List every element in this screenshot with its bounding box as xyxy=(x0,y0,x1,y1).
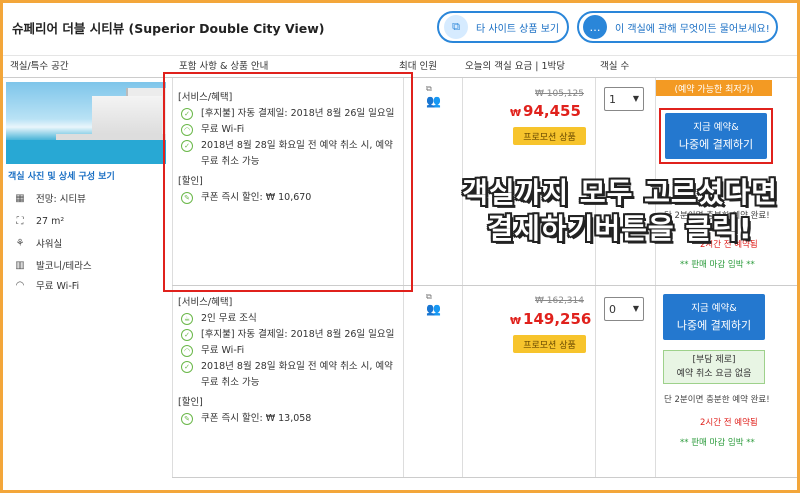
offer-2-old-price: ₩ 162,314 xyxy=(535,296,584,306)
lowest-price-label: (예약 가능한 최저가) xyxy=(656,80,772,96)
view-icon: ▦ xyxy=(15,192,25,204)
offer-1-closing-soon: ** 판매 마감 임박 ** xyxy=(680,260,755,270)
offer-2-no-cancel-fee: [부담 제로] 예약 취소 요금 없음 xyxy=(663,350,765,384)
wifi-icon: ◠ xyxy=(181,345,193,357)
overlay-line-2: 결제하기버튼을 클릭! xyxy=(487,212,753,245)
instruction-overlay: 객실까지 모두 고르셨다면 결제하기버튼을 클릭! xyxy=(440,175,800,247)
service-item: ✓ 2018년 8월 28일 화요일 전 예약 취소 시, 예약 무료 취소 가능 xyxy=(178,359,400,391)
book-highlight-box xyxy=(659,108,773,164)
other-sites-label: 타 사이트 상품 보기 xyxy=(476,23,560,35)
cancel-free-icon: ✓ xyxy=(181,361,193,373)
offer-2-max-people: ⧉ 👥 xyxy=(426,292,441,316)
room-photo[interactable] xyxy=(6,82,166,164)
wifi-icon: ◠ xyxy=(15,279,25,291)
compare-icon: ⧉ xyxy=(444,15,468,39)
people-icon: 👥 xyxy=(426,302,441,316)
offer-1-promo-badge: 프로모션 상품 xyxy=(513,127,586,145)
col-header-price: 오늘의 객실 요금 | 1박당 xyxy=(465,61,565,72)
chevron-down-icon: ▼ xyxy=(632,304,639,313)
offer-2-book-button[interactable]: 지금 예약& 나중에 결제하기 xyxy=(663,294,765,340)
service-item: ☕ 2인 무료 조식 xyxy=(178,311,400,327)
people-icon: 👥 xyxy=(426,94,441,108)
discount-item: ✎ 쿠폰 즉시 할인: ₩ 13,058 xyxy=(178,411,400,427)
breakfast-icon: ☕ xyxy=(181,313,193,325)
check-icon: ✓ xyxy=(181,329,193,341)
offer-1-room-qty-select[interactable]: 1 ▼ xyxy=(604,87,644,111)
offer-1-old-price: ₩ 105,125 xyxy=(535,89,584,99)
offer-2-closing-soon: ** 판매 마감 임박 ** xyxy=(680,438,755,448)
chevron-down-icon: ▼ xyxy=(632,94,639,103)
offer-2-promo-badge: 프로모션 상품 xyxy=(513,335,586,353)
services-heading: [서비스/혜택] xyxy=(178,297,233,308)
info-icon: ⧉ xyxy=(426,84,432,93)
feature-view: ▦ 전망: 시티뷰 xyxy=(15,192,86,206)
discount-heading: [할인] xyxy=(178,397,203,408)
offer-2-new-price: ₩149,256 xyxy=(510,310,592,328)
chat-icon: … xyxy=(583,15,607,39)
room-photo-link[interactable]: 객실 사진 및 상세 구성 보기 xyxy=(8,169,115,182)
offer-2-room-qty-select[interactable]: 0 ▼ xyxy=(604,297,644,321)
feature-shower: ⚘ 샤워실 xyxy=(15,237,63,251)
offer-2-quick-note: 단 2분이면 충분한 예약 완료! xyxy=(664,395,770,405)
service-item: ◠ 무료 Wi-Fi xyxy=(178,343,400,359)
info-icon: ⧉ xyxy=(426,292,432,301)
service-item: ✓ [후지불] 자동 결제일: 2018년 8월 26일 일요일 xyxy=(178,327,400,343)
ask-question-label: 이 객실에 관해 무엇이든 물어보세요! xyxy=(615,23,770,35)
services-highlight-box xyxy=(163,72,413,292)
feature-wifi: ◠ 무료 Wi-Fi xyxy=(15,279,80,293)
balcony-icon: ▥ xyxy=(15,259,25,271)
ask-question-button[interactable]: … 이 객실에 관해 무엇이든 물어보세요! xyxy=(577,11,778,43)
other-sites-button[interactable]: ⧉ 타 사이트 상품 보기 xyxy=(437,11,569,43)
shower-icon: ⚘ xyxy=(15,237,25,249)
offer-1-max-people: ⧉ 👥 xyxy=(426,84,441,108)
size-icon: ⛶ xyxy=(16,215,24,227)
coupon-icon: ✎ xyxy=(181,413,193,425)
overlay-line-1: 객실까지 모두 고르셨다면 xyxy=(462,176,778,209)
feature-size: ⛶ 27 m² xyxy=(14,214,65,228)
room-title: 슈페리어 더블 시티뷰 (Superior Double City View) xyxy=(12,21,325,36)
feature-balcony: ▥ 발코니/테라스 xyxy=(15,259,92,273)
col-header-rooms: 객실 수 xyxy=(600,61,630,72)
offer-2-recent-booked: 2시간 전 예약됨 xyxy=(700,418,758,428)
offer-1-new-price: ₩94,455 xyxy=(510,102,581,120)
col-header-room: 객실/특수 공간 xyxy=(10,61,69,72)
offer-2-services: [서비스/혜택] ☕ 2인 무료 조식 ✓ [후지불] 자동 결제일: 2018년 … xyxy=(178,295,400,427)
